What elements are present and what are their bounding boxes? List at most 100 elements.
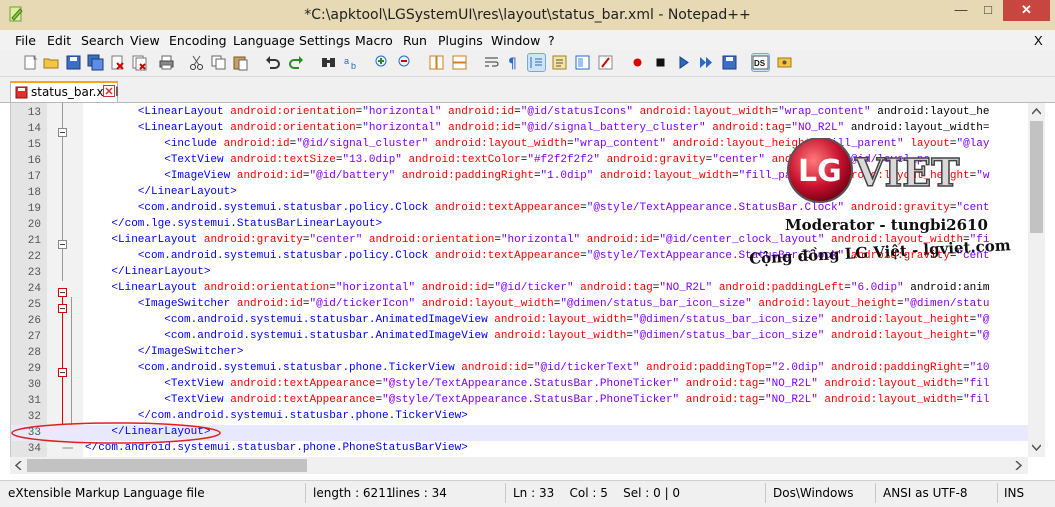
scroll-down-icon[interactable] <box>1032 443 1041 452</box>
replace-icon[interactable]: ab <box>343 54 360 71</box>
menu-edit[interactable]: Edit <box>47 33 71 48</box>
scroll-up-icon[interactable] <box>1032 107 1041 116</box>
menu-run[interactable]: Run <box>403 33 427 48</box>
line-number: 18 <box>27 187 41 199</box>
svg-text:b: b <box>351 61 356 71</box>
code-line[interactable]: 27 <com.android.systemui.statusbar.Anima… <box>11 329 1029 345</box>
word-wrap-icon[interactable] <box>483 54 500 71</box>
menu-view[interactable]: View <box>130 33 160 48</box>
lg-logo-icon: LG VIET <box>787 137 960 203</box>
code-text[interactable]: </LinearLayout> <box>85 266 210 278</box>
show-all-characters-icon[interactable]: ¶ <box>505 54 522 71</box>
print-icon[interactable] <box>158 54 175 71</box>
menu-encoding[interactable]: Encoding <box>169 33 227 48</box>
code-text[interactable]: <ImageSwitcher android:id="@id/tickerIco… <box>85 298 990 310</box>
open-folder-icon[interactable] <box>43 54 60 71</box>
record-macro-icon[interactable] <box>629 54 646 71</box>
menu-macro[interactable]: Macro <box>355 33 393 48</box>
scroll-right-icon[interactable] <box>1014 461 1023 470</box>
save-all-icon[interactable] <box>87 54 104 71</box>
scroll-left-icon[interactable] <box>14 461 23 470</box>
status-divider <box>505 483 506 503</box>
line-number: 20 <box>27 219 41 231</box>
code-text[interactable]: <TextView android:textAppearance="@style… <box>85 394 989 406</box>
toolbar: ab ¶ DS <box>0 50 1055 77</box>
status-eol[interactable]: Dos\Windows <box>773 486 853 500</box>
zoom-out-icon[interactable] <box>397 54 414 71</box>
moderator-label: Moderator - tungbi2610 <box>785 216 988 234</box>
sync-vertical-icon[interactable] <box>428 54 445 71</box>
tab-close-icon[interactable] <box>103 85 115 97</box>
close-all-icon[interactable] <box>131 54 148 71</box>
code-text[interactable]: </ImageSwitcher> <box>85 346 244 358</box>
code-text[interactable]: </com.lge.systemui.StatusBarLinearLayout… <box>85 218 382 230</box>
ds-plugin-icon[interactable]: DS <box>751 53 770 72</box>
menu-language[interactable]: Language <box>233 33 295 48</box>
status-insert-mode[interactable]: INS <box>1004 486 1024 500</box>
code-text[interactable]: <com.android.systemui.statusbar.Animated… <box>85 330 989 342</box>
status-encoding[interactable]: ANSI as UTF-8 <box>883 486 968 500</box>
menu-file[interactable]: File <box>15 33 36 48</box>
menu-plugins[interactable]: Plugins <box>438 33 483 48</box>
run-macro-multiple-icon[interactable] <box>698 54 715 71</box>
new-file-icon[interactable] <box>22 54 39 71</box>
document-map-icon[interactable] <box>574 54 591 71</box>
minimize-button[interactable]: — <box>948 0 974 21</box>
line-number: 14 <box>27 123 41 135</box>
close-button[interactable]: ✕ <box>1003 0 1050 21</box>
status-filetype: eXtensible Markup Language file <box>8 486 205 500</box>
cut-icon[interactable] <box>188 54 205 71</box>
close-file-icon[interactable] <box>109 54 126 71</box>
horizontal-scrollbar[interactable] <box>10 457 1028 474</box>
redo-icon[interactable] <box>288 54 305 71</box>
code-line[interactable]: 31 <TextView android:textAppearance="@st… <box>11 393 1029 409</box>
line-number: 21 <box>27 235 41 247</box>
code-text[interactable]: <com.android.systemui.statusbar.Animated… <box>85 314 989 326</box>
code-line[interactable]: 30 <TextView android:textAppearance="@st… <box>11 377 1029 393</box>
code-text[interactable]: </LinearLayout> <box>85 186 237 198</box>
line-number: 29 <box>27 363 41 375</box>
user-defined-language-icon[interactable] <box>551 54 568 71</box>
svg-text:a: a <box>344 56 349 66</box>
line-number: 31 <box>27 395 41 407</box>
playback-macro-icon[interactable] <box>675 54 692 71</box>
find-icon[interactable] <box>320 54 337 71</box>
line-number: 17 <box>27 171 41 183</box>
line-number: 26 <box>27 315 41 327</box>
code-line[interactable]: 24 <LinearLayout android:orientation="ho… <box>11 281 1029 297</box>
paste-icon[interactable] <box>232 54 249 71</box>
plugin-tool-icon[interactable] <box>776 54 793 71</box>
svg-text:DS: DS <box>754 59 766 68</box>
stop-recording-icon[interactable] <box>652 54 669 71</box>
undo-icon[interactable] <box>264 54 281 71</box>
horizontal-scroll-thumb[interactable] <box>27 459 307 472</box>
copy-icon[interactable] <box>210 54 227 71</box>
status-divider <box>765 483 766 503</box>
save-icon[interactable] <box>65 54 82 71</box>
menu-settings[interactable]: Settings <box>299 33 350 48</box>
code-line[interactable]: 26 <com.android.systemui.statusbar.Anima… <box>11 313 1029 329</box>
close-document-button[interactable]: X <box>1034 33 1043 48</box>
indent-guide-icon[interactable] <box>527 53 546 72</box>
code-line[interactable]: 29 <com.android.systemui.statusbar.phone… <box>11 361 1029 377</box>
menu-window[interactable]: Window <box>491 33 540 48</box>
menu-help[interactable]: ? <box>548 33 555 48</box>
code-line[interactable]: 25 <ImageSwitcher android:id="@id/ticker… <box>11 297 1029 313</box>
code-line[interactable]: 28 </ImageSwitcher> <box>11 345 1029 361</box>
code-text[interactable]: <LinearLayout android:orientation="horiz… <box>85 282 989 294</box>
code-text[interactable]: <LinearLayout android:orientation="horiz… <box>85 106 990 118</box>
line-number: 27 <box>27 331 41 343</box>
sync-horizontal-icon[interactable] <box>451 54 468 71</box>
code-text[interactable]: <com.android.systemui.statusbar.phone.Ti… <box>85 362 990 374</box>
menu-bar: File Edit Search View Encoding Language … <box>0 30 1055 50</box>
code-text[interactable]: <TextView android:textAppearance="@style… <box>85 378 989 390</box>
save-macro-icon[interactable] <box>721 54 738 71</box>
tab-status-bar-xml[interactable]: status_bar.xml <box>10 81 119 102</box>
menu-search[interactable]: Search <box>81 33 124 48</box>
code-text[interactable]: <LinearLayout android:orientation="horiz… <box>85 122 990 134</box>
function-list-icon[interactable] <box>597 54 614 71</box>
maximize-button[interactable]: □ <box>975 0 1001 21</box>
code-line[interactable]: 13 <LinearLayout android:orientation="ho… <box>11 105 1029 121</box>
zoom-in-icon[interactable] <box>374 54 391 71</box>
code-line[interactable]: 14 <LinearLayout android:orientation="ho… <box>11 121 1029 137</box>
